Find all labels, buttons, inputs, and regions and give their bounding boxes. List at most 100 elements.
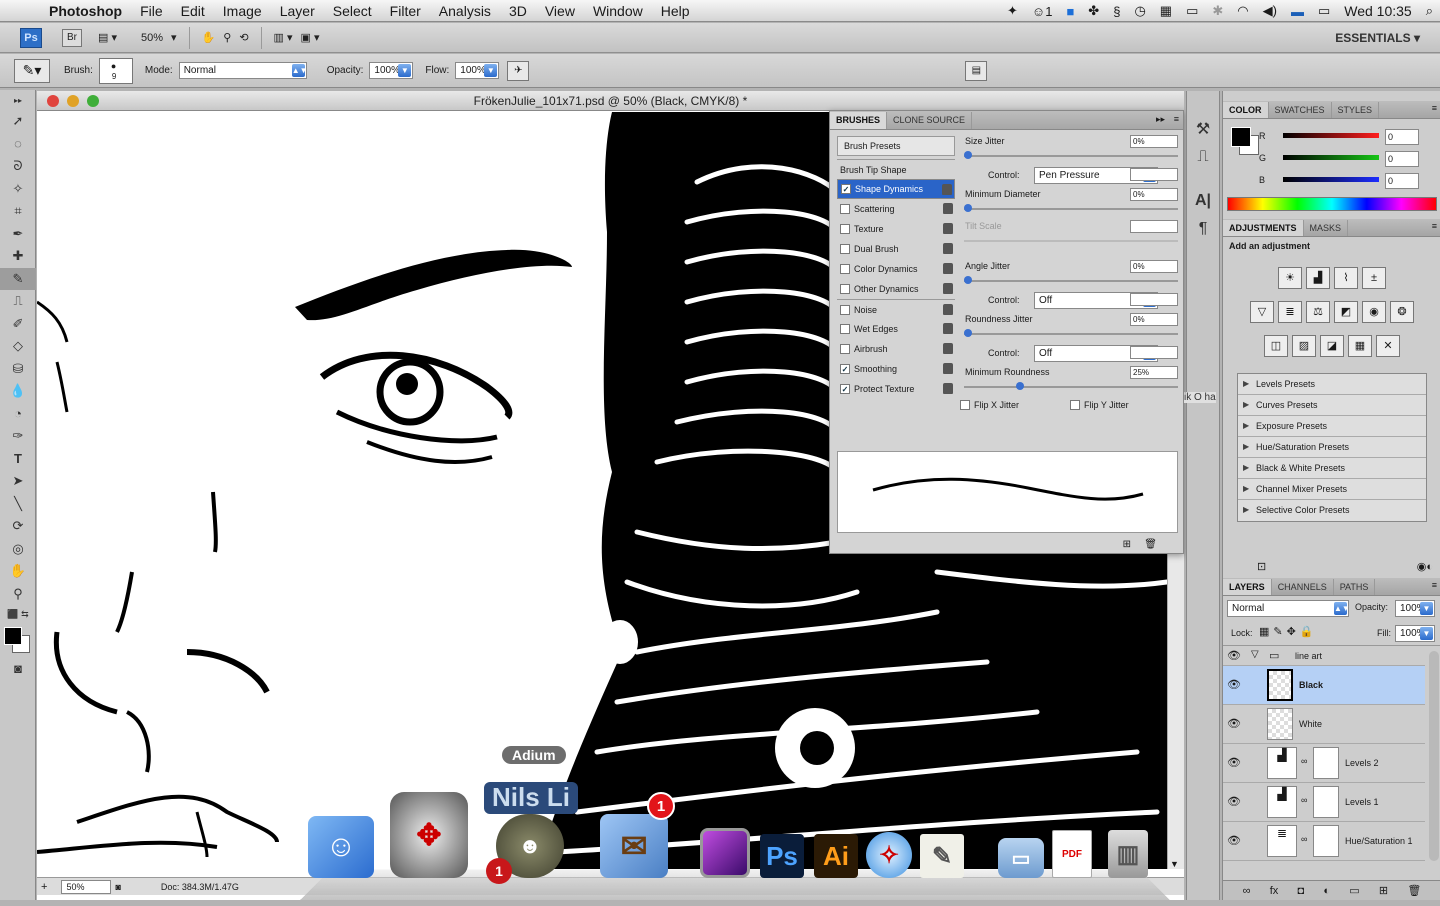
foreground-color[interactable] bbox=[4, 627, 22, 645]
checkbox[interactable]: ✓ bbox=[840, 364, 850, 374]
tab-channels[interactable]: CHANNELS bbox=[1272, 579, 1334, 595]
tab-color[interactable]: COLOR bbox=[1223, 102, 1269, 118]
safari-icon[interactable]: ✧ bbox=[866, 832, 912, 878]
zoom-dropdown-icon[interactable]: ▾ bbox=[171, 27, 177, 49]
add-mask-icon[interactable]: ◘ bbox=[1297, 885, 1304, 897]
layer-style-icon[interactable]: fx bbox=[1270, 885, 1279, 897]
menu-image[interactable]: Image bbox=[214, 0, 271, 22]
volume-icon[interactable]: ◀) bbox=[1256, 3, 1284, 19]
lock-icon[interactable] bbox=[943, 243, 953, 254]
illustrator-dock-icon[interactable]: Ai bbox=[814, 834, 858, 878]
battery-icon[interactable]: ▭ bbox=[1311, 3, 1337, 19]
trash-icon[interactable]: 🗑 bbox=[1407, 884, 1421, 897]
menu-3d[interactable]: 3D bbox=[500, 0, 536, 22]
brush-panel-icon[interactable]: ⚒ bbox=[1187, 115, 1219, 143]
slider-knob[interactable] bbox=[964, 204, 972, 212]
scroll-down-icon[interactable]: ▼ bbox=[1170, 859, 1179, 869]
blur-tool-icon[interactable]: 💧 bbox=[0, 380, 36, 403]
close-icon[interactable] bbox=[47, 95, 59, 107]
panel-menu-icon[interactable]: ≡ bbox=[1174, 114, 1179, 124]
tool-preset-picker[interactable]: ✎▾ bbox=[14, 58, 50, 83]
clip-layer-icon[interactable]: ⊡ bbox=[1257, 560, 1266, 573]
slider-knob[interactable] bbox=[964, 151, 972, 159]
exposure-icon[interactable]: ± bbox=[1362, 267, 1386, 289]
curves-icon[interactable]: ⌇ bbox=[1334, 267, 1358, 289]
clone-stamp-icon[interactable]: ⎍ bbox=[0, 290, 36, 313]
angle-jitter-input[interactable]: 0% bbox=[1130, 260, 1178, 273]
screen-mode-icon[interactable]: ▣ ▾ bbox=[301, 27, 320, 49]
tab-swatches[interactable]: SWATCHES bbox=[1269, 102, 1332, 118]
option-smoothing[interactable]: ✓ Smoothing bbox=[837, 359, 955, 379]
brush-panel-toggle-icon[interactable]: ▤ bbox=[965, 60, 988, 81]
bluetooth-icon[interactable]: ✱ bbox=[1205, 3, 1230, 19]
collapse-panel-icon[interactable]: ▸▸ bbox=[1156, 114, 1165, 125]
pathfinder-icon[interactable]: ✥ bbox=[390, 792, 468, 878]
paragraph-panel-icon[interactable]: ¶ bbox=[1187, 215, 1219, 243]
tab-brushes[interactable]: BRUSHES bbox=[830, 112, 888, 129]
layer-row-selected[interactable]: 👁 Black bbox=[1223, 666, 1425, 705]
marquee-tool-icon[interactable]: ◌ bbox=[0, 133, 36, 156]
airbrush-toggle-icon[interactable]: ✈ bbox=[507, 60, 530, 81]
menu-filter[interactable]: Filter bbox=[381, 0, 430, 22]
flow-input[interactable]: 100% ▼ bbox=[455, 62, 500, 79]
selective-color-icon[interactable]: ✕ bbox=[1376, 335, 1400, 357]
preset-exposure[interactable]: Exposure Presets bbox=[1238, 416, 1426, 437]
new-adjustment-icon[interactable]: ◐ bbox=[1323, 885, 1330, 897]
link-icon[interactable]: ∞ bbox=[1301, 834, 1307, 844]
paint-bucket-icon[interactable]: ⛁ bbox=[0, 358, 36, 381]
textedit-icon[interactable]: ✎ bbox=[920, 834, 964, 878]
screen-icon[interactable]: ■ bbox=[1059, 4, 1081, 19]
checkbox[interactable]: ✓ bbox=[840, 384, 850, 394]
menu-select[interactable]: Select bbox=[324, 0, 381, 22]
preset-channel-mixer[interactable]: Channel Mixer Presets bbox=[1238, 479, 1426, 500]
eye-icon[interactable]: 👁 bbox=[1227, 795, 1241, 808]
checkbox[interactable] bbox=[840, 264, 850, 274]
trash-icon[interactable]: 🗑 bbox=[1144, 539, 1157, 550]
adium-status-icon[interactable]: ☺1 bbox=[1025, 4, 1060, 19]
lasso-tool-icon[interactable]: ᘐ bbox=[0, 155, 36, 178]
lock-icon[interactable] bbox=[943, 343, 953, 354]
dropbox-icon[interactable]: ✦ bbox=[1000, 3, 1025, 19]
checkbox[interactable] bbox=[840, 284, 850, 294]
threshold-icon[interactable]: ◪ bbox=[1320, 335, 1344, 357]
fill-input[interactable]: 100% ▼ bbox=[1395, 625, 1435, 642]
mode-select[interactable]: Normal ▲▼ bbox=[178, 62, 308, 79]
clone-source-icon[interactable]: ⎍ bbox=[1187, 143, 1219, 171]
menu-layer[interactable]: Layer bbox=[271, 0, 324, 22]
control-extra-input[interactable] bbox=[1130, 293, 1178, 306]
lock-icon[interactable] bbox=[943, 304, 953, 315]
zoom-field[interactable]: 50% bbox=[61, 879, 112, 894]
checkbox[interactable] bbox=[840, 204, 850, 214]
foreground-color[interactable] bbox=[1231, 127, 1251, 147]
eyedropper-tool-icon[interactable]: ✒ bbox=[0, 223, 36, 246]
checkbox[interactable] bbox=[840, 344, 850, 354]
quick-select-tool-icon[interactable]: ✧ bbox=[0, 178, 36, 201]
3d-orbit-icon[interactable]: ◎ bbox=[0, 538, 36, 561]
invert-icon[interactable]: ◫ bbox=[1264, 335, 1288, 357]
roundness-jitter-slider[interactable] bbox=[964, 329, 1178, 339]
group-toggle-icon[interactable]: ▽ bbox=[1251, 649, 1259, 660]
channel-slider[interactable] bbox=[1283, 133, 1379, 138]
brush-tip-shape[interactable]: Brush Tip Shape bbox=[837, 159, 955, 179]
photoshop-dock-icon[interactable]: Ps bbox=[760, 834, 804, 878]
purple-app-icon[interactable] bbox=[700, 828, 750, 878]
channel-slider[interactable] bbox=[1283, 155, 1379, 160]
slider-knob[interactable] bbox=[1015, 382, 1024, 390]
blend-mode-select[interactable]: Normal ▲▼ bbox=[1227, 600, 1350, 617]
path-select-icon[interactable]: ➤ bbox=[0, 470, 36, 493]
folder-icon[interactable]: ▭ bbox=[998, 838, 1044, 878]
move-tool-icon[interactable]: ➚ bbox=[0, 110, 36, 133]
menu-file[interactable]: File bbox=[131, 0, 172, 22]
menu-window[interactable]: Window bbox=[584, 0, 652, 22]
zoom-level-select[interactable]: 50% bbox=[141, 27, 163, 49]
workspace-switcher[interactable]: ESSENTIALS ▾ bbox=[1335, 31, 1420, 45]
hue-saturation-icon[interactable]: ≣ bbox=[1278, 301, 1302, 323]
layer-row[interactable]: 👁 White bbox=[1223, 705, 1425, 744]
control-extra-input[interactable] bbox=[1130, 168, 1178, 181]
pdf-icon[interactable]: PDF bbox=[1052, 830, 1092, 878]
brush-picker[interactable]: ● 9 bbox=[98, 57, 133, 84]
posterize-icon[interactable]: ▨ bbox=[1292, 335, 1316, 357]
eye-icon[interactable]: 👁 bbox=[1227, 649, 1241, 662]
option-texture[interactable]: Texture bbox=[837, 219, 955, 239]
tab-paths[interactable]: PATHS bbox=[1334, 579, 1376, 595]
